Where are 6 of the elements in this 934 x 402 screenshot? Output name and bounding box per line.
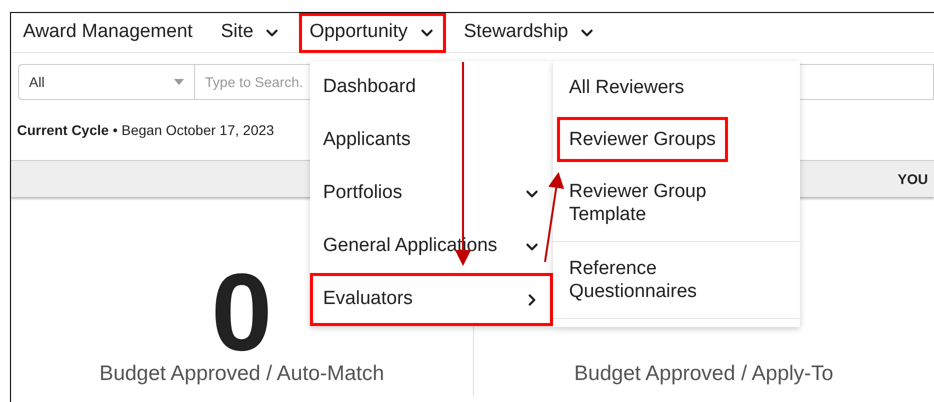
app-title: Award Management: [23, 20, 193, 44]
cycle-info: Current Cycle • Began October 17, 2023: [17, 120, 274, 140]
stat-label: Budget Approved / Apply-To: [574, 360, 834, 386]
band-text: YOU: [898, 170, 928, 188]
stat-label: Budget Approved / Auto-Match: [99, 360, 384, 386]
stat-value: 0: [211, 272, 272, 354]
